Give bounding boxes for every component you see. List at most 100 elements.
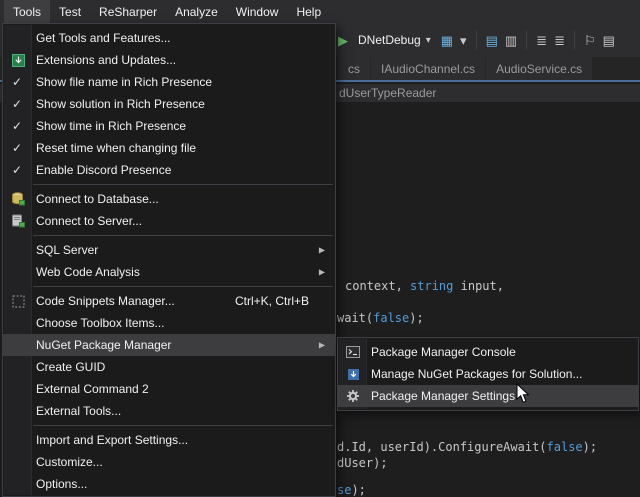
menu-item-options[interactable]: Options...: [3, 473, 335, 495]
packages-icon: [345, 367, 361, 381]
chevron-down-icon[interactable]: ▾: [460, 34, 467, 47]
code-segment: string: [410, 279, 453, 293]
menu-item-get-tools-and-features[interactable]: Get Tools and Features...: [3, 27, 335, 49]
menu-item-label: Get Tools and Features...: [36, 31, 327, 45]
menu-item-label: External Command 2: [36, 382, 327, 396]
code-segment: se: [337, 483, 351, 497]
menu-item-label: Customize...: [36, 455, 327, 469]
tab-audioservice-cs[interactable]: AudioService.cs: [486, 57, 592, 80]
split-columns-icon[interactable]: ▥: [505, 34, 517, 47]
menu-item-external-tools[interactable]: External Tools...: [3, 400, 335, 422]
menu-item-customize[interactable]: Customize...: [3, 451, 335, 473]
comment-lines-icon[interactable]: ▤: [603, 34, 615, 47]
tab-cs[interactable]: cs: [338, 57, 370, 80]
menu-item-web-code-analysis[interactable]: Web Code Analysis▶: [3, 261, 335, 283]
check-icon: ✓: [12, 119, 22, 133]
menu-item-connect-to-database[interactable]: Connect to Database...: [3, 188, 335, 210]
console-icon: [345, 345, 361, 359]
menu-item-label: Show file name in Rich Presence: [36, 75, 327, 89]
check-icon: ✓: [12, 163, 22, 177]
menubar-item-test[interactable]: Test: [50, 0, 90, 23]
menu-separator: [33, 425, 333, 426]
menubar-item-tools[interactable]: Tools: [4, 0, 50, 23]
code-segment: context,: [345, 279, 410, 293]
menu-separator: [33, 235, 333, 236]
code-line: se);: [337, 483, 366, 497]
menu-separator: [33, 286, 333, 287]
code-segment: wait(: [337, 311, 373, 325]
menu-item-import-and-export-settings[interactable]: Import and Export Settings...: [3, 429, 335, 451]
menu-item-label: NuGet Package Manager: [36, 338, 327, 352]
code-segment: );: [351, 483, 365, 497]
debug-target-dropdown[interactable]: DNetDebug ▾: [355, 31, 434, 49]
menu-item-enable-discord-presence[interactable]: ✓Enable Discord Presence: [3, 159, 335, 181]
menu-item-label: Manage NuGet Packages for Solution...: [371, 367, 630, 381]
menu-item-label: Package Manager Settings: [371, 389, 630, 403]
menu-item-reset-time-when-changing-file[interactable]: ✓Reset time when changing file: [3, 137, 335, 159]
check-icon: ✓: [12, 97, 22, 111]
menu-item-label: Connect to Database...: [36, 192, 327, 206]
check-icon: ✓: [12, 141, 22, 155]
menu-item-package-manager-settings[interactable]: Package Manager Settings: [338, 385, 638, 407]
start-debugging-icon[interactable]: ▶: [338, 34, 348, 47]
attach-to-process-icon[interactable]: ▦: [441, 34, 453, 47]
submenu-arrow-icon: ▶: [319, 268, 325, 277]
menu-item-show-file-name-in-rich-presence[interactable]: ✓Show file name in Rich Presence: [3, 71, 335, 93]
menubar-item-analyze[interactable]: Analyze: [166, 0, 227, 23]
toolbar-separator: [574, 31, 575, 49]
debug-target-label: DNetDebug: [358, 33, 421, 47]
nuget-submenu: Package Manager Console Manage NuGet Pack…: [337, 337, 639, 411]
menu-item-external-command-2[interactable]: External Command 2: [3, 378, 335, 400]
menu-item-nuget-package-manager[interactable]: NuGet Package Manager▶: [3, 334, 335, 356]
menu-item-show-solution-in-rich-presence[interactable]: ✓ Show solution in Rich Presence: [3, 93, 335, 115]
menubar-item-window[interactable]: Window: [227, 0, 288, 23]
bookmark-icon[interactable]: ⚐: [584, 34, 596, 47]
server-icon: [10, 214, 26, 228]
toolbar-separator: [476, 31, 477, 49]
toolbar-items: ▶ DNetDebug ▾ ▦ ▾ ▤ ▥ ≣ ≣ ⚐ ▤: [338, 23, 615, 57]
toolbar-separator: [526, 31, 527, 49]
menu-separator: [33, 184, 333, 185]
menu-item-label: Show time in Rich Presence: [36, 119, 327, 133]
menu-item-sql-server[interactable]: SQL Server▶: [3, 239, 335, 261]
vs-window: context, string input,wait(false);d.Id, …: [0, 0, 640, 497]
line-list-icon[interactable]: ≣: [536, 34, 547, 47]
menubar-item-help[interactable]: Help: [287, 0, 330, 23]
menu-item-create-guid[interactable]: Create GUID: [3, 356, 335, 378]
code-segment: false: [547, 440, 583, 454]
code-line: dUser);: [337, 456, 388, 471]
menu-item-code-snippets-manager[interactable]: Code Snippets Manager... Ctrl+K, Ctrl+B: [3, 290, 335, 312]
code-line: context, string input,: [345, 279, 504, 294]
menu-item-show-time-in-rich-presence[interactable]: ✓ Show time in Rich Presence: [3, 115, 335, 137]
snippets-icon: [10, 294, 26, 308]
database-icon: [10, 192, 26, 206]
chevron-down-icon: ▾: [426, 35, 431, 46]
menu-item-choose-toolbox-items[interactable]: Choose Toolbox Items...: [3, 312, 335, 334]
menu-item-label: Show solution in Rich Presence: [36, 97, 327, 111]
menu-item-extensions-and-updates[interactable]: Extensions and Updates...: [3, 49, 335, 71]
menubar: ToolsTestReSharperAnalyzeWindowHelp: [0, 0, 640, 23]
menu-item-shortcut: Ctrl+K, Ctrl+B: [235, 294, 309, 308]
new-file-icon[interactable]: ▤: [486, 34, 498, 47]
code-segment: d.Id, userId).ConfigureAwait(: [337, 440, 547, 454]
code-segment: false: [373, 311, 409, 325]
menu-item-package-manager-console[interactable]: Package Manager Console: [338, 341, 638, 363]
menu-item-label: Extensions and Updates...: [36, 53, 327, 67]
menu-item-label: SQL Server: [36, 243, 327, 257]
menu-item-label: Options...: [36, 477, 327, 491]
menu-item-manage-nuget-packages-for-solution[interactable]: Manage NuGet Packages for Solution...: [338, 363, 638, 385]
menu-item-label: Web Code Analysis: [36, 265, 327, 279]
code-segment: );: [583, 440, 597, 454]
code-segment: dUser);: [337, 456, 388, 470]
submenu-arrow-icon: ▶: [319, 246, 325, 255]
menu-item-label: Code Snippets Manager...: [36, 294, 211, 308]
tab-iaudiochannel-cs[interactable]: IAudioChannel.cs: [371, 57, 485, 80]
menubar-item-resharper[interactable]: ReSharper: [90, 0, 166, 23]
code-line: d.Id, userId).ConfigureAwait(false);: [337, 440, 597, 455]
menu-item-connect-to-server[interactable]: Connect to Server...: [3, 210, 335, 232]
menu-item-label: Import and Export Settings...: [36, 433, 327, 447]
breadcrumb: dUserTypeReader: [339, 86, 436, 100]
extensions-icon: [10, 53, 26, 67]
sort-lines-icon[interactable]: ≣: [554, 34, 565, 47]
menu-item-label: External Tools...: [36, 404, 327, 418]
